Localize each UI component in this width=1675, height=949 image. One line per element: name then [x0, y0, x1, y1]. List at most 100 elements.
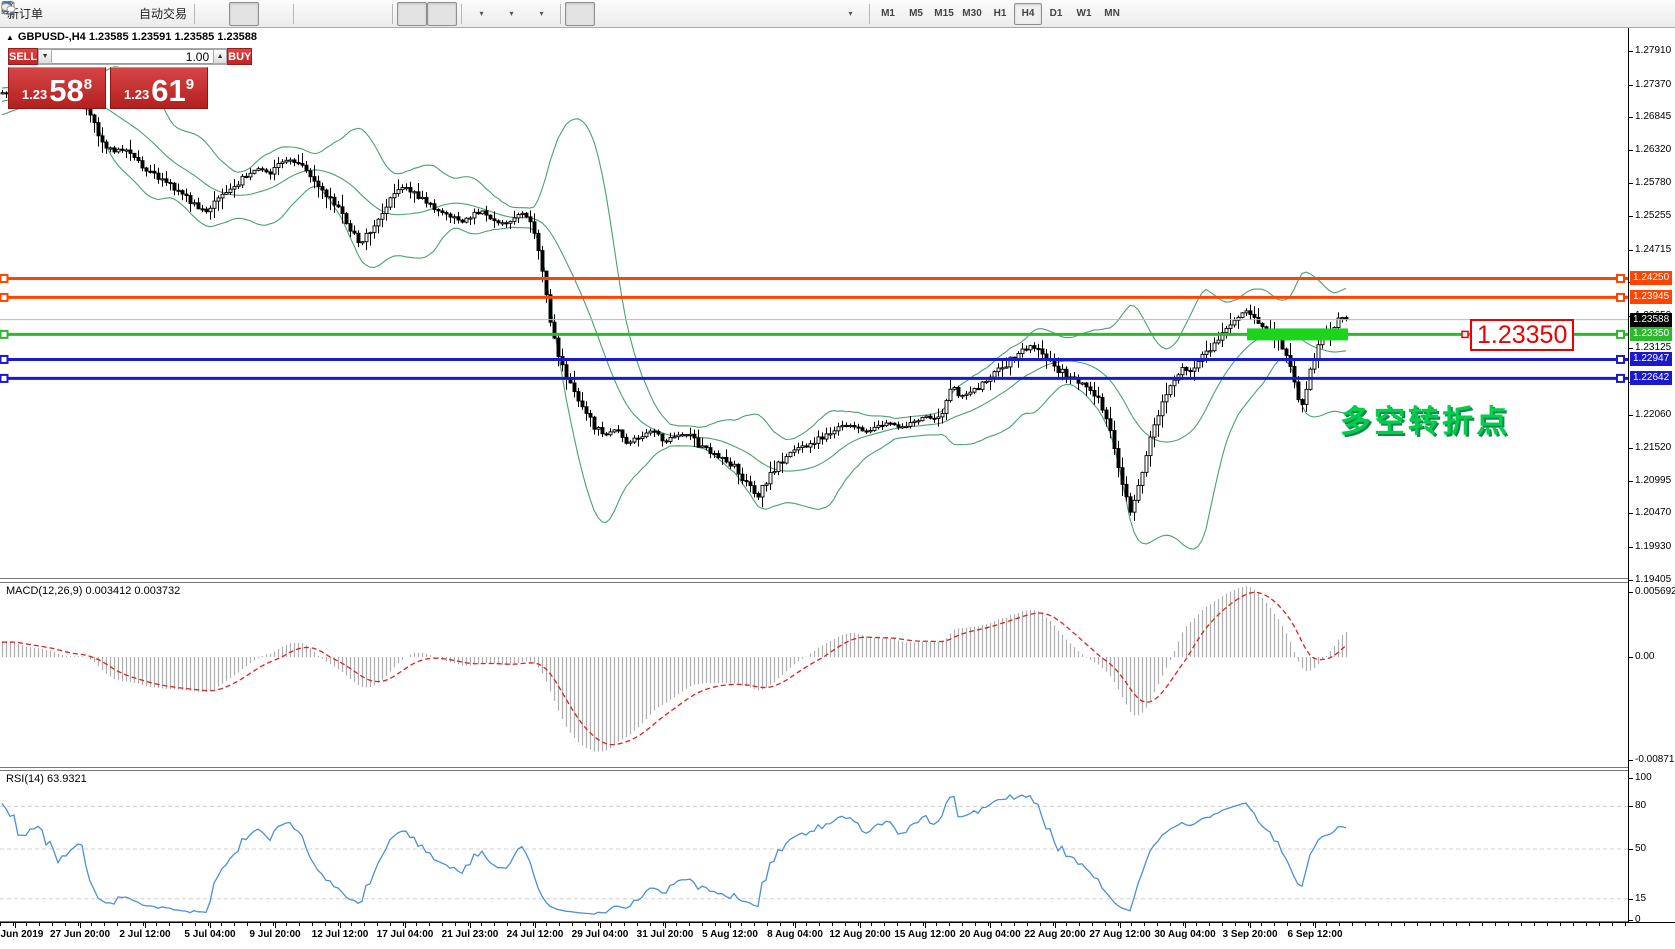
axis-tick-mark: [1629, 51, 1633, 52]
time-axis-tick: [405, 923, 406, 928]
time-axis-tick: [470, 923, 471, 928]
macd-axis-tick: 0.00: [1635, 651, 1654, 662]
templates-button[interactable]: ▾: [526, 2, 556, 26]
one-click-trading-panel: SELL ▼ ▲ BUY 1.23 58 8 1.23 61 9: [8, 48, 208, 109]
text-label-button[interactable]: T: [805, 2, 835, 26]
time-axis-tick: [990, 923, 991, 928]
axis-tick-mark: [1629, 448, 1633, 449]
time-axis-tick: [1120, 923, 1121, 928]
panel-separator[interactable]: [0, 767, 1675, 771]
axis-tick-mark: [1629, 513, 1633, 514]
price-axis-tick: 1.19405: [1635, 574, 1671, 585]
rsi-axis-tick: 80: [1635, 800, 1646, 811]
auto-trading-button[interactable]: 自动交易: [136, 2, 190, 26]
time-axis-label: 6 Sep 12:00: [1287, 929, 1342, 940]
time-axis-tick: [210, 923, 211, 928]
zoom-out-button[interactable]: [328, 2, 358, 26]
market-watch-button[interactable]: [106, 2, 136, 26]
volume-up-button[interactable]: ▲: [213, 49, 227, 64]
collapse-triangle-icon[interactable]: ▲: [6, 33, 14, 42]
volume-down-button[interactable]: ▼: [38, 49, 52, 64]
timeframe-button-D1[interactable]: D1: [1042, 3, 1070, 25]
bar-chart-button[interactable]: [199, 2, 229, 26]
price-level-callout[interactable]: 1.23350: [1470, 319, 1574, 351]
timeframe-button-M30[interactable]: M30: [958, 3, 986, 25]
axis-tick-mark: [1629, 348, 1633, 349]
toolbar: 新订单自动交易▾▾▾EFAT▾M1M5M15M30H1H4D1W1MN: [0, 0, 1675, 28]
toolbar-separator: [392, 4, 393, 24]
periods-button[interactable]: ▾: [496, 2, 526, 26]
line-chart-button[interactable]: [259, 2, 289, 26]
time-axis-label: 15 Aug 12:00: [894, 929, 955, 940]
price-chart-canvas[interactable]: [0, 28, 1628, 578]
rsi-canvas[interactable]: [0, 771, 1628, 921]
buy-price-display[interactable]: 1.23 61 9: [110, 67, 208, 109]
candlestick-chart-button[interactable]: [229, 2, 259, 26]
axis-tick-mark: [1629, 85, 1633, 86]
tile-windows-button[interactable]: [358, 2, 388, 26]
chat-button[interactable]: [1639, 2, 1669, 26]
timeframe-button-M5[interactable]: M5: [902, 3, 930, 25]
time-axis-tick: [1185, 923, 1186, 928]
timeframe-button-M1[interactable]: M1: [874, 3, 902, 25]
price-axis-tick: 1.20470: [1635, 507, 1671, 518]
axis-tick-mark: [1629, 849, 1633, 850]
time-axis-label: 24 Jul 12:00: [507, 929, 564, 940]
price-axis-tick: 1.19930: [1635, 541, 1671, 552]
price-axis-tick: 1.24715: [1635, 244, 1671, 255]
timeframe-button-MN[interactable]: MN: [1098, 3, 1126, 25]
time-axis-tick: [860, 923, 861, 928]
timeframe-button-W1[interactable]: W1: [1070, 3, 1098, 25]
timeframe-button-H1[interactable]: H1: [986, 3, 1014, 25]
chart-annotation-text[interactable]: 多空转折点: [1340, 396, 1510, 441]
zoom-in-button[interactable]: [298, 2, 328, 26]
price-level-badge: 1.23945: [1630, 290, 1672, 304]
fibonacci-button[interactable]: F: [745, 2, 775, 26]
time-axis-tick: [535, 923, 536, 928]
price-axis[interactable]: 1.279101.273701.268451.263201.257801.252…: [1628, 28, 1675, 922]
panel-separator[interactable]: [0, 578, 1675, 583]
buy-button[interactable]: BUY: [227, 48, 252, 65]
channel-button[interactable]: E: [715, 2, 745, 26]
rsi-panel: RSI(14) 63.9321: [0, 771, 1628, 921]
chart-title-text: GBPUSD-,H4 1.23585 1.23591 1.23585 1.235…: [18, 31, 257, 43]
axis-tick-mark: [1629, 806, 1633, 807]
time-axis-tick: [1315, 923, 1316, 928]
macd-canvas[interactable]: [0, 583, 1628, 767]
arrows-button[interactable]: ▾: [835, 2, 865, 26]
time-axis-minor-ticks: [0, 923, 1628, 926]
macd-panel: MACD(12,26,9) 0.003412 0.003732: [0, 583, 1628, 767]
time-axis-label: 9 Jul 20:00: [249, 929, 300, 940]
trendline-button[interactable]: [685, 2, 715, 26]
auto-trading-button-label: 自动交易: [139, 5, 187, 22]
price-axis-tick: 1.27910: [1635, 45, 1671, 56]
price-level-badge: 1.23350: [1630, 327, 1672, 341]
vertical-line-button[interactable]: [625, 2, 655, 26]
time-axis-label: 12 Aug 20:00: [829, 929, 890, 940]
search-button[interactable]: [1603, 2, 1633, 26]
rsi-header: RSI(14) 63.9321: [6, 773, 87, 785]
ticker-button[interactable]: [46, 2, 76, 26]
indicators-button[interactable]: ▾: [466, 2, 496, 26]
horizontal-line-button[interactable]: [655, 2, 685, 26]
price-axis-tick: 1.26845: [1635, 111, 1671, 122]
price-level-badge: 1.22947: [1630, 352, 1672, 366]
time-axis-tick: [1055, 923, 1056, 928]
volume-input[interactable]: [52, 49, 213, 64]
cursor-button[interactable]: [565, 2, 595, 26]
timeframe-button-H4[interactable]: H4: [1014, 3, 1042, 25]
timeframe-button-M15[interactable]: M15: [930, 3, 958, 25]
auto-scroll-button[interactable]: [397, 2, 427, 26]
price-axis-tick: 1.26320: [1635, 144, 1671, 155]
profiles-button[interactable]: [76, 2, 106, 26]
sell-button[interactable]: SELL: [8, 48, 38, 65]
time-axis-label: 22 Aug 20:00: [1024, 929, 1085, 940]
chart-shift-button[interactable]: [427, 2, 457, 26]
time-axis-label: 27 Jun 20:00: [50, 929, 110, 940]
crosshair-button[interactable]: [595, 2, 625, 26]
text-button[interactable]: A: [775, 2, 805, 26]
time-axis[interactable]: 25 Jun 201927 Jun 20:002 Jul 12:005 Jul …: [0, 922, 1675, 949]
mt4-terminal: 新订单自动交易▾▾▾EFAT▾M1M5M15M30H1H4D1W1MN ▲ GB…: [0, 0, 1675, 949]
price-chart-panel: ▲ GBPUSD-,H4 1.23585 1.23591 1.23585 1.2…: [0, 28, 1628, 578]
sell-price-display[interactable]: 1.23 58 8: [8, 67, 106, 109]
